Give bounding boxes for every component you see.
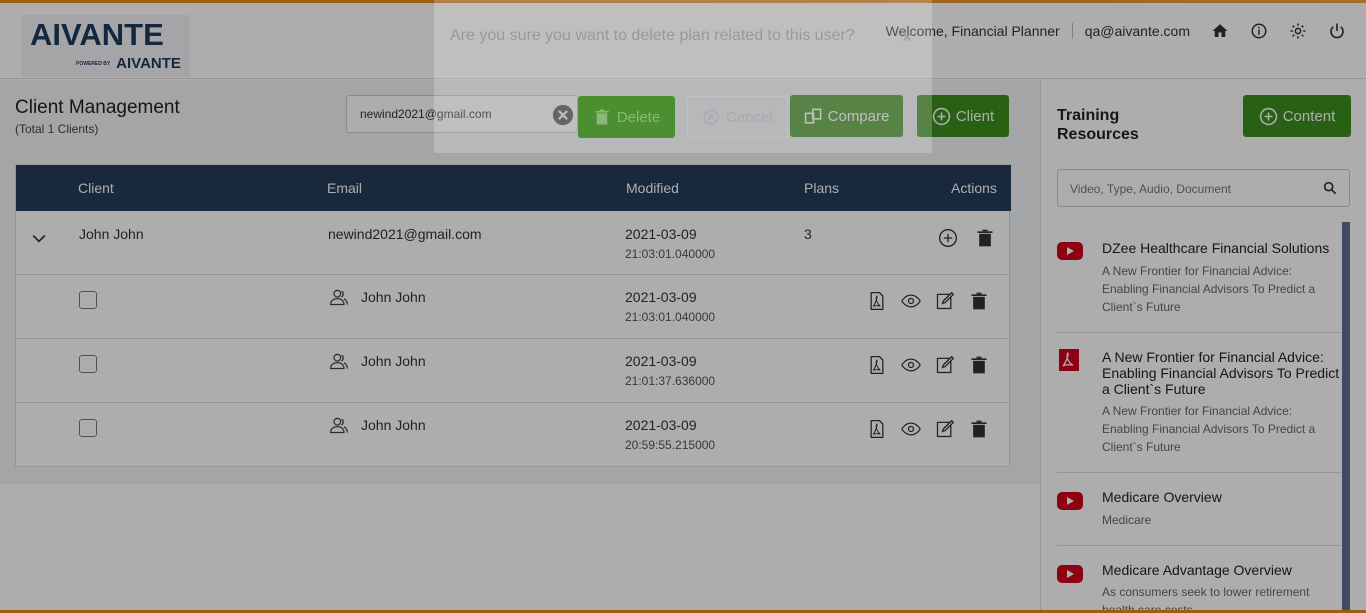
training-title: Training Resources <box>1057 107 1139 143</box>
close-icon[interactable]: × <box>902 27 913 48</box>
column-modified[interactable]: Modified <box>626 180 679 196</box>
resource-item[interactable]: A New Frontier for Financial Advice: Ena… <box>1057 333 1342 473</box>
resource-search-placeholder: Video, Type, Audio, Document <box>1070 182 1231 196</box>
plus-circle-icon <box>932 107 951 125</box>
user-icon <box>330 417 348 434</box>
view-icon[interactable] <box>901 355 921 375</box>
aivante-logo[interactable]: AIVANTE POWERED BY AIVANTE <box>22 15 190 77</box>
dialog-question: Are you sure you want to delete plan rel… <box>450 27 855 44</box>
plan-modified-time: 20:59:55.215000 <box>625 438 716 452</box>
resource-item[interactable]: DZee Healthcare Financial Solutions A Ne… <box>1057 223 1342 333</box>
resource-scrollbar[interactable] <box>1342 222 1350 613</box>
logo-text: AIVANTE <box>30 17 164 52</box>
resource-item[interactable]: Medicare Overview Medicare <box>1057 473 1342 546</box>
confirm-delete-button[interactable]: Delete <box>578 96 675 138</box>
gear-icon[interactable] <box>1288 21 1308 41</box>
client-table: Client Email Modified Plans Actions John… <box>15 164 1011 467</box>
delete-plan-icon[interactable] <box>969 355 989 375</box>
search-icon[interactable] <box>1322 180 1338 196</box>
delete-client-icon[interactable] <box>975 228 995 248</box>
resource-description: Medicare <box>1102 513 1152 527</box>
pdf-icon[interactable] <box>867 291 887 311</box>
client-name: John John <box>79 226 144 242</box>
edit-icon[interactable] <box>935 419 955 439</box>
resource-title: Medicare Advantage Overview <box>1102 562 1292 578</box>
delete-plan-icon[interactable] <box>969 291 989 311</box>
user-email: qa@aivante.com <box>1084 23 1190 39</box>
resource-search-input[interactable]: Video, Type, Audio, Document <box>1057 169 1350 207</box>
client-count: (Total 1 Clients) <box>15 122 99 136</box>
resource-description: A New Frontier for Financial Advice: Ena… <box>1102 264 1316 314</box>
youtube-icon <box>1057 565 1083 583</box>
plan-name: John John <box>361 417 426 433</box>
home-icon[interactable] <box>1210 21 1230 41</box>
plan-row[interactable]: John John 2021-03-09 21:03:01.040000 <box>16 275 1009 339</box>
plan-row[interactable]: John John 2021-03-09 20:59:55.215000 <box>16 403 1009 466</box>
client-email: newind2021@gmail.com <box>328 226 482 242</box>
plan-modified-time: 21:03:01.040000 <box>625 310 716 324</box>
column-actions: Actions <box>951 180 997 196</box>
info-icon[interactable] <box>1249 21 1269 41</box>
resource-title: A New Frontier for Financial Advice: Ena… <box>1102 349 1340 397</box>
power-icon[interactable] <box>1327 21 1347 41</box>
view-icon[interactable] <box>901 291 921 311</box>
header-right: Welcome, Financial Planner qa@aivante.co… <box>886 3 1366 59</box>
plus-circle-icon <box>1259 107 1277 125</box>
plan-name: John John <box>361 353 426 369</box>
training-resources-panel: Training Resources Content Video, Type, … <box>1040 80 1366 613</box>
chevron-down-icon[interactable] <box>29 228 49 248</box>
plan-row[interactable]: John John 2021-03-09 21:01:37.636000 <box>16 339 1009 403</box>
resource-title: Medicare Overview <box>1102 489 1222 505</box>
youtube-icon <box>1057 242 1083 260</box>
plan-checkbox[interactable] <box>79 355 97 373</box>
delete-confirm-dialog: Are you sure you want to delete plan rel… <box>434 0 932 153</box>
plan-checkbox[interactable] <box>79 419 97 437</box>
plan-modified-date: 2021-03-09 <box>625 289 697 305</box>
page-title: Client Management <box>15 97 180 118</box>
user-icon <box>330 353 348 370</box>
client-modified-date: 2021-03-09 <box>625 226 697 242</box>
resource-description: A New Frontier for Financial Advice: Ena… <box>1102 404 1316 454</box>
column-email[interactable]: Email <box>327 180 362 196</box>
cancel-circle-icon <box>703 109 719 125</box>
plan-name: John John <box>361 289 426 305</box>
table-header: Client Email Modified Plans Actions <box>16 165 1011 211</box>
pdf-icon[interactable] <box>867 355 887 375</box>
client-modified-time: 21:03:01.040000 <box>625 247 716 261</box>
plan-modified-date: 2021-03-09 <box>625 353 697 369</box>
plan-modified-date: 2021-03-09 <box>625 417 697 433</box>
resource-item[interactable]: Medicare Advantage Overview As consumers… <box>1057 546 1342 613</box>
plan-modified-time: 21:01:37.636000 <box>625 374 716 388</box>
client-plan-count: 3 <box>804 226 812 242</box>
add-content-button[interactable]: Content <box>1243 95 1351 137</box>
plan-checkbox[interactable] <box>79 291 97 309</box>
column-plans[interactable]: Plans <box>804 180 839 196</box>
add-plan-icon[interactable] <box>938 228 958 248</box>
trash-icon <box>595 109 609 125</box>
pdf-icon[interactable] <box>867 419 887 439</box>
edit-icon[interactable] <box>935 355 955 375</box>
delete-plan-icon[interactable] <box>969 419 989 439</box>
logo-subtext: POWERED BY AIVANTE <box>76 55 181 72</box>
user-icon <box>330 289 348 306</box>
edit-icon[interactable] <box>935 291 955 311</box>
cancel-button[interactable]: Cancel <box>687 96 788 138</box>
client-row[interactable]: John John newind2021@gmail.com 2021-03-0… <box>16 211 1009 275</box>
view-icon[interactable] <box>901 419 921 439</box>
resource-title: DZee Healthcare Financial Solutions <box>1102 240 1330 256</box>
resource-description: As consumers seek to lower retirement he… <box>1102 585 1310 613</box>
pdf-icon <box>1059 349 1079 371</box>
column-client[interactable]: Client <box>78 180 114 196</box>
youtube-icon <box>1057 492 1083 510</box>
